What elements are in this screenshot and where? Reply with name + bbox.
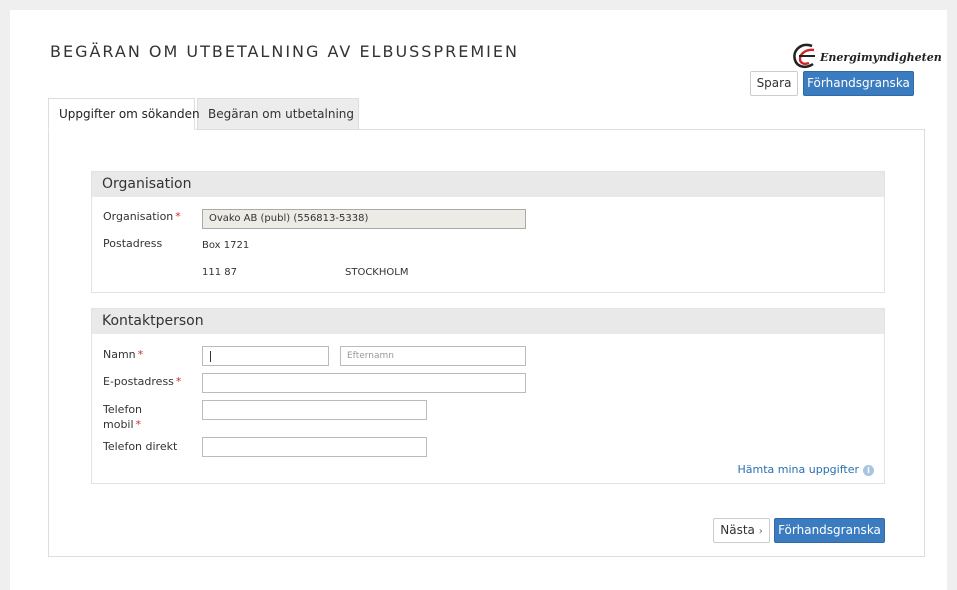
page-title: BEGÄRAN OM UTBETALNING AV ELBUSSPREMIEN: [50, 42, 519, 61]
required-marker: *: [135, 418, 142, 431]
lastname-input[interactable]: Efternamn: [340, 346, 526, 366]
energimyndigheten-logo: Energimyndigheten: [790, 42, 942, 72]
chevron-right-icon: ›: [758, 526, 763, 537]
section-heading: Kontaktperson: [92, 309, 884, 334]
required-marker: *: [175, 375, 182, 388]
tab-label: Uppgifter om sökanden: [59, 107, 200, 121]
postal-address-label: Postadress: [103, 237, 163, 250]
name-label: Namn *: [103, 348, 144, 361]
tab-panel: Organisation Organisation * Ovako AB (pub…: [48, 129, 925, 557]
preview-button-top[interactable]: Förhandsgranska: [803, 71, 914, 96]
save-button[interactable]: Spara: [750, 71, 798, 96]
contact-section: Kontaktperson Namn * Efternamn E-postadre…: [91, 308, 885, 484]
mobile-phone-input[interactable]: [202, 400, 427, 420]
email-input[interactable]: [202, 373, 526, 393]
required-marker: *: [175, 210, 181, 223]
firstname-input[interactable]: [202, 346, 329, 366]
tab-label: Begäran om utbetalning: [208, 107, 355, 121]
fetch-my-details-link[interactable]: Hämta mina uppgifter i: [737, 463, 874, 476]
tab-payment-request[interactable]: Begäran om utbetalning: [197, 98, 359, 130]
mobile-phone-label: Telefon mobil *: [103, 403, 143, 431]
organisation-section: Organisation Organisation * Ovako AB (pub…: [91, 171, 885, 293]
logo-text: Energimyndigheten: [820, 51, 942, 64]
city: STOCKHOLM: [345, 267, 409, 278]
organisation-label: Organisation *: [103, 210, 181, 223]
required-marker: *: [137, 348, 144, 361]
tab-applicant-info[interactable]: Uppgifter om sökanden: [48, 98, 200, 130]
direct-phone-label: Telefon direkt: [103, 440, 178, 453]
email-label: E-postadress *: [103, 375, 182, 388]
address-line: Box 1721: [202, 240, 250, 251]
next-button[interactable]: Nästa ›: [713, 518, 770, 543]
organisation-field: Ovako AB (publ) (556813-5338): [202, 209, 526, 229]
preview-button-bottom[interactable]: Förhandsgranska: [774, 518, 885, 543]
logo-mark-icon: [793, 43, 815, 69]
text-cursor: [210, 351, 211, 362]
postal-code: 111 87: [202, 267, 237, 278]
page: BEGÄRAN OM UTBETALNING AV ELBUSSPREMIEN …: [10, 10, 947, 590]
direct-phone-input[interactable]: [202, 437, 427, 457]
section-heading: Organisation: [92, 172, 884, 197]
info-icon: i: [863, 464, 874, 476]
